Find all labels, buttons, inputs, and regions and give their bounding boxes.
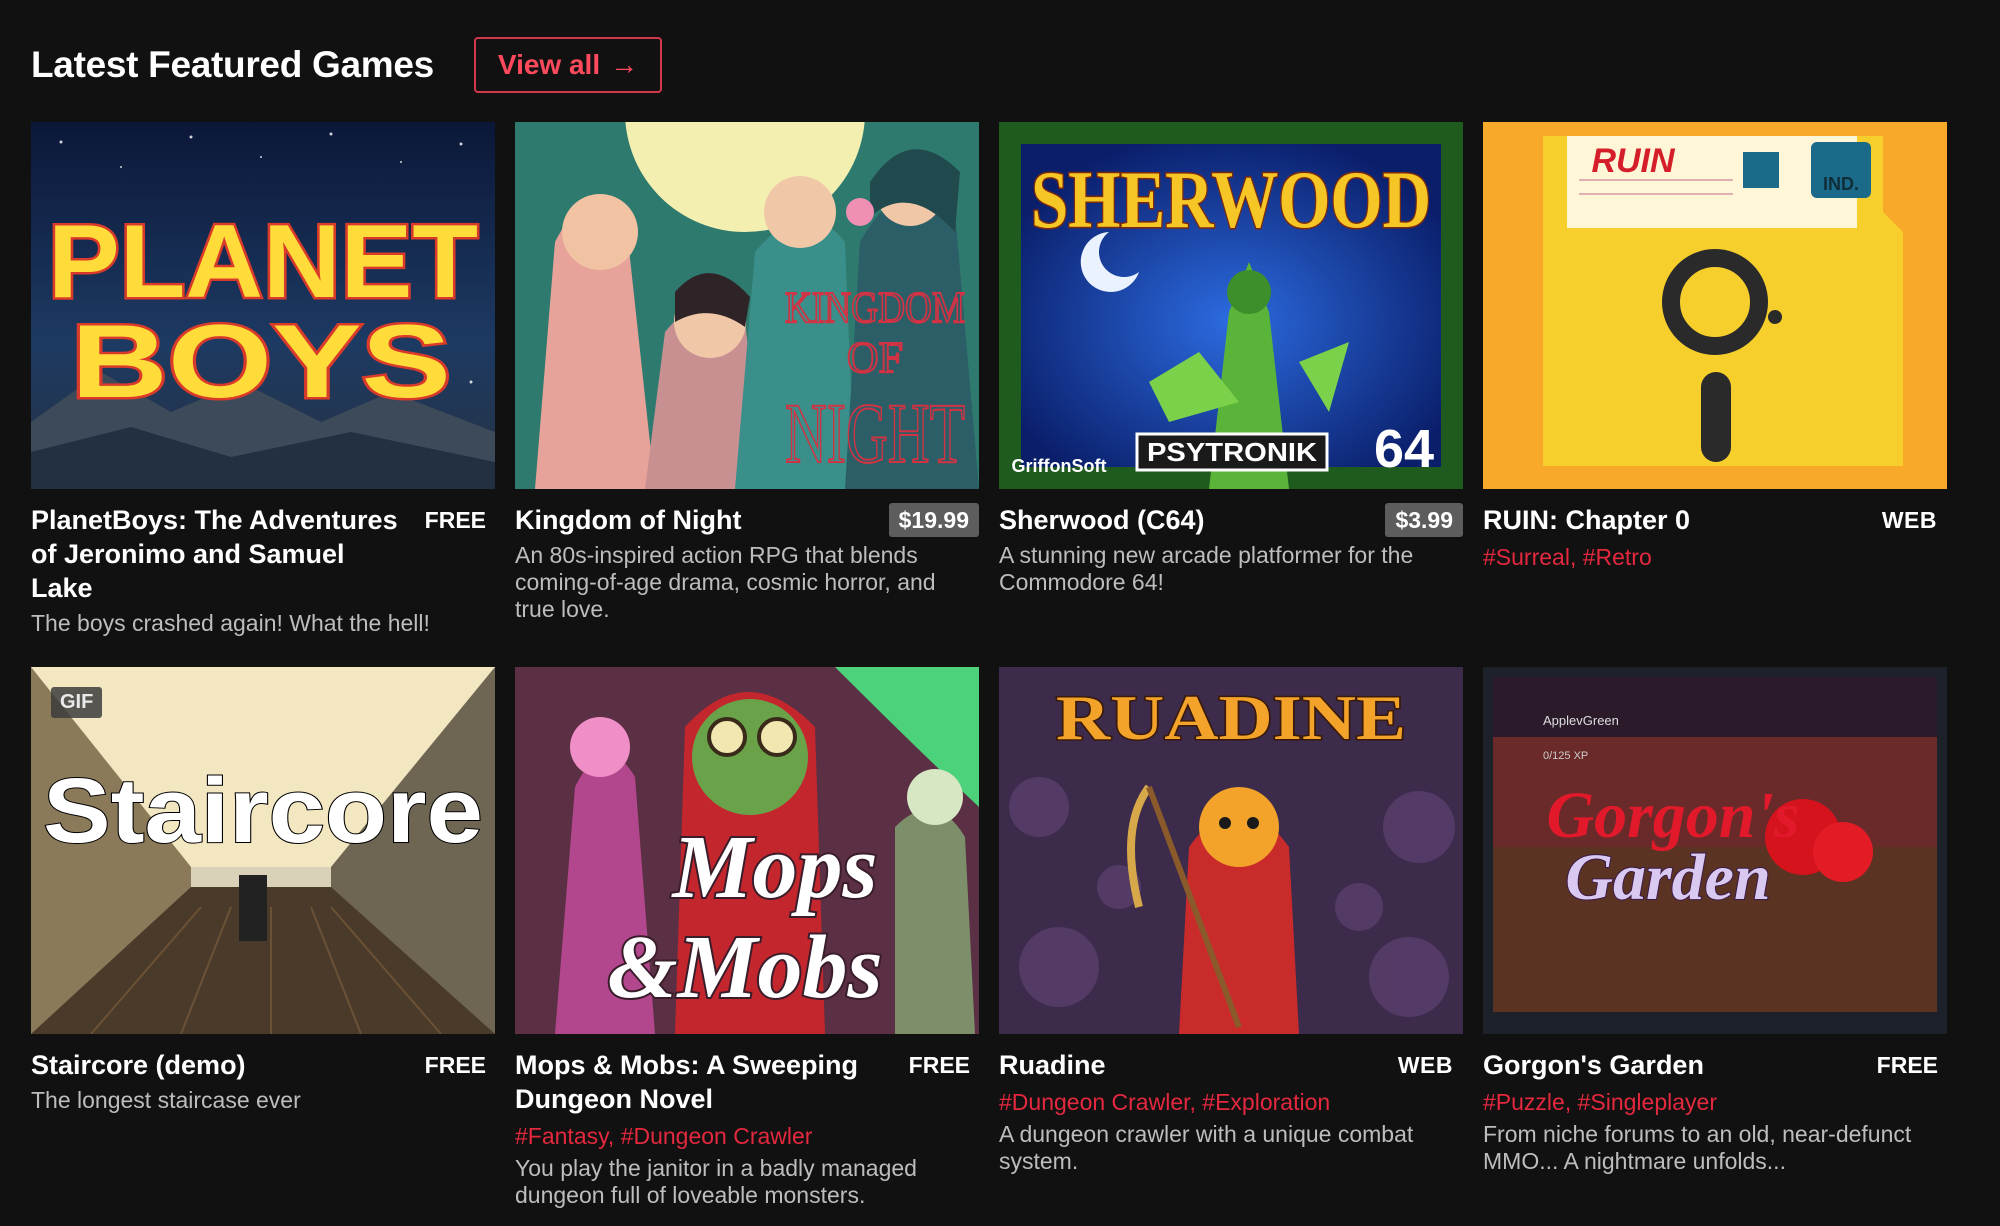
game-meta: RUIN: Chapter 0 WEB [1483,503,1947,537]
cover-text-griffonsoft: GriffonSoft [1012,456,1107,476]
game-title[interactable]: Staircore (demo) [31,1048,246,1082]
game-title[interactable]: PlanetBoys: The Adventures of Jeronimo a… [31,503,411,605]
game-title[interactable]: Sherwood (C64) [999,503,1205,537]
ruin-cover-art: IND. RUIN [1483,122,1947,489]
cover-text-64: 64 [1374,419,1434,479]
game-meta: Ruadine WEB [999,1048,1463,1082]
game-thumbnail[interactable]: ApplevGreen 0/125 XP Gorgon's Garden [1483,667,1947,1034]
cover-text-sherwood: SHERWOOD [1031,154,1431,245]
tag-list: #Fantasy, #Dungeon Crawler [515,1123,813,1149]
game-cell: RUADINE Ruadine WEB #Dungeon Crawler, #E… [999,667,1463,1212]
game-thumbnail[interactable]: KINGDOM OF NIGHT [515,122,979,489]
game-title[interactable]: RUIN: Chapter 0 [1483,503,1690,537]
cover-text-planet: PLANET [48,204,478,320]
price-badge: $19.99 [888,503,979,537]
section-header: Latest Featured Games View all → [31,37,663,93]
game-title[interactable]: Gorgon's Garden [1483,1048,1704,1082]
game-title[interactable]: Kingdom of Night [515,503,741,537]
game-thumbnail[interactable]: PLANET BOYS [31,122,495,489]
gorgons-garden-cover-art: ApplevGreen 0/125 XP Gorgon's Garden [1483,667,1947,1034]
game-description: The boys crashed again! What the hell! [31,610,430,636]
game-thumbnail[interactable]: RUADINE [999,667,1463,1034]
cover-text-psytronik: PSYTRONIK [1147,437,1317,467]
game-thumbnail[interactable]: IND. RUIN [1483,122,1947,489]
tag-link[interactable]: #Singleplayer [1578,1089,1717,1115]
game-meta: Kingdom of Night $19.99 [515,503,979,537]
cover-text-night: NIGHT [785,385,965,481]
staircore-cover-art: Staircore [31,667,495,1034]
ruadine-cover-art: RUADINE [999,667,1463,1034]
tag-list: #Puzzle, #Singleplayer [1483,1089,1717,1115]
game-grid: PLANET BOYS PlanetBoys: The Adventures o… [31,122,1947,1212]
game-meta: Gorgon's Garden FREE [1483,1048,1947,1082]
planetboys-cover-art: PLANET BOYS [31,122,495,489]
platform-badge: WEB [1881,507,1937,533]
tag-link[interactable]: #Surreal [1483,544,1570,570]
game-cell: IND. RUIN RUIN: Chapter 0 WEB #Surreal, … [1483,122,1947,667]
game-meta: Staircore (demo) FREE [31,1048,495,1082]
game-description: You play the janitor in a badly managed … [515,1155,917,1208]
game-thumbnail[interactable]: Mops &Mobs [515,667,979,1034]
game-thumbnail[interactable]: SHERWOOD GriffonSoft PSYTRONIK 64 [999,122,1463,489]
tag-link[interactable]: #Dungeon Crawler [999,1089,1190,1115]
cover-text-of: OF [847,333,903,382]
cover-text-mops: Mops [670,818,877,917]
game-description: A dungeon crawler with a unique combat s… [999,1121,1414,1174]
view-all-label: View all [497,49,601,80]
view-all-button[interactable]: View all → [473,37,663,93]
price-badge: FREE [1876,1052,1938,1078]
arrow-right-icon: → [610,49,639,80]
tag-link[interactable]: #Dungeon Crawler [621,1123,813,1149]
game-cell: Staircore GIF Staircore (demo) FREE The … [31,667,495,1212]
tag-list: #Dungeon Crawler, #Exploration [999,1089,1331,1115]
game-cell: PLANET BOYS PlanetBoys: The Adventures o… [31,122,495,667]
platform-badge: WEB [1397,1052,1453,1078]
cover-text-mobs: &Mobs [607,918,882,1017]
cover-text-staircore: Staircore [43,760,483,862]
cover-text-kingdom: KINGDOM [785,283,965,332]
kingdom-of-night-cover-art: KINGDOM OF NIGHT [515,122,979,489]
game-meta: Sherwood (C64) $3.99 [999,503,1463,537]
price-badge: FREE [908,1052,970,1078]
cover-text-ruadine: RUADINE [1056,682,1406,753]
tag-list: #Surreal, #Retro [1483,544,1652,570]
cover-text-boys: BOYS [71,304,451,420]
game-meta: PlanetBoys: The Adventures of Jeronimo a… [31,503,495,605]
game-thumbnail[interactable]: Staircore GIF [31,667,495,1034]
gif-badge: GIF [51,687,103,718]
cover-text-ruin: RUIN [1591,142,1676,180]
price-badge: FREE [424,1052,486,1078]
game-title[interactable]: Ruadine [999,1048,1106,1082]
game-cell: KINGDOM OF NIGHT Kingdom of Night $19.99… [515,122,979,667]
game-description: An 80s-inspired action RPG that blends c… [515,542,936,622]
cover-text-ind: IND. [1823,174,1859,194]
tag-link[interactable]: #Fantasy [515,1123,608,1149]
game-cell: SHERWOOD GriffonSoft PSYTRONIK 64 Sherwo… [999,122,1463,667]
game-cell: Mops &Mobs Mops & Mobs: A Sweeping Dunge… [515,667,979,1212]
price-badge: $3.99 [1385,503,1463,537]
cover-text-garden: Garden [1565,841,1770,914]
sherwood-cover-art: SHERWOOD GriffonSoft PSYTRONIK 64 [999,122,1463,489]
game-description: A stunning new arcade platformer for the… [999,542,1414,595]
cover-text-xp: 0/125 XP [1543,750,1588,762]
mops-and-mobs-cover-art: Mops &Mobs [515,667,979,1034]
section-title: Latest Featured Games [31,44,434,85]
game-meta: Mops & Mobs: A Sweeping Dungeon Novel FR… [515,1048,979,1116]
tag-link[interactable]: #Puzzle [1483,1089,1565,1115]
price-badge: FREE [424,507,486,533]
tag-link[interactable]: #Retro [1583,544,1652,570]
game-cell: ApplevGreen 0/125 XP Gorgon's Garden Gor… [1483,667,1947,1212]
game-description: From niche forums to an old, near-defunc… [1483,1121,1912,1174]
tag-link[interactable]: #Exploration [1202,1089,1330,1115]
cover-text-player: ApplevGreen [1543,713,1619,728]
game-description: The longest staircase ever [31,1087,301,1113]
game-title[interactable]: Mops & Mobs: A Sweeping Dungeon Novel [515,1048,895,1116]
